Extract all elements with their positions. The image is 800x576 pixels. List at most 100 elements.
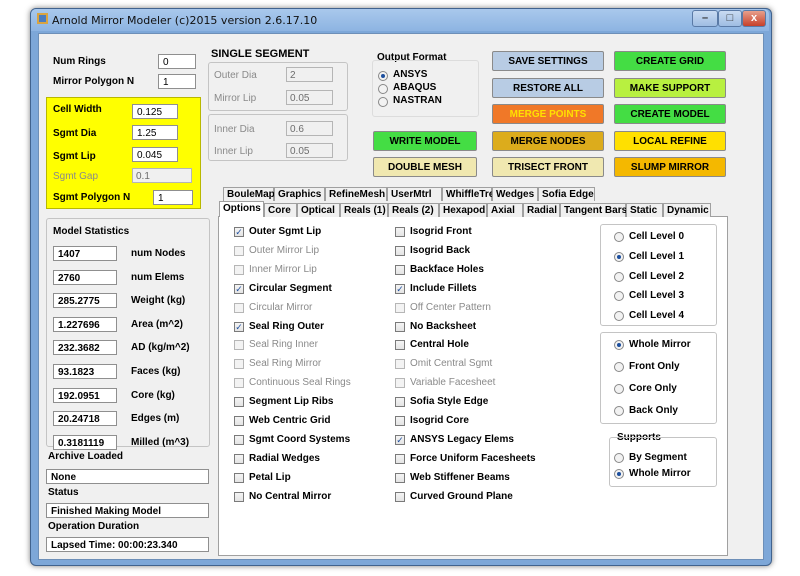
stat-value-field[interactable]: 2760 — [53, 269, 117, 285]
write-model-button[interactable]: WRITE MODEL — [373, 131, 477, 151]
outer-dia-input: 2 — [286, 67, 333, 82]
radio-button[interactable] — [614, 453, 624, 463]
checkbox[interactable]: ✓ — [234, 227, 244, 237]
checkbox-label: Central Hole — [410, 339, 469, 351]
stat-value-field[interactable]: 0.3181119 — [53, 434, 117, 450]
checkbox[interactable]: ✓ — [234, 283, 244, 294]
tab-wedges[interactable]: Wedges — [492, 187, 538, 201]
checkbox[interactable] — [234, 453, 244, 464]
radio-label: Cell Level 4 — [629, 310, 685, 322]
slump-mirror-button[interactable]: SLUMP MIRROR — [614, 157, 726, 177]
create-model-button[interactable]: CREATE MODEL — [614, 104, 726, 124]
radio-label: Cell Level 3 — [629, 290, 685, 302]
checkbox[interactable]: ✓ — [234, 321, 244, 332]
radio-button[interactable] — [614, 362, 624, 372]
stat-value-field[interactable]: 232.3682 — [53, 340, 117, 356]
checkbox[interactable] — [234, 397, 244, 408]
num-rings-label: Num Rings — [53, 56, 106, 67]
checkbox-label: Backface Holes — [410, 263, 484, 275]
checkbox[interactable] — [234, 416, 244, 426]
double-mesh-button[interactable]: DOUBLE MESH — [373, 157, 477, 177]
close-button[interactable]: x — [742, 10, 766, 27]
checkbox — [234, 340, 244, 351]
stat-value-field[interactable]: 93.1823 — [53, 364, 117, 379]
merge-nodes-button[interactable]: MERGE NODES — [492, 131, 604, 151]
mirror-lip-input: 0.05 — [286, 90, 333, 105]
checkbox[interactable] — [234, 491, 244, 502]
radio-button[interactable] — [614, 384, 624, 394]
sgmt-dia-input[interactable]: 1.25 — [132, 125, 178, 140]
radio-button[interactable] — [614, 469, 624, 479]
tab-static[interactable]: Static — [626, 203, 663, 217]
trisect-front-button[interactable]: TRISECT FRONT — [492, 157, 604, 177]
radio-button[interactable] — [614, 251, 624, 262]
status-field: Finished Making Model — [46, 503, 209, 518]
checkbox[interactable] — [395, 453, 405, 464]
minimize-button[interactable]: – — [692, 10, 718, 27]
create-grid-button[interactable]: CREATE GRID — [614, 51, 726, 71]
tab-reals-1-[interactable]: Reals (1) — [340, 203, 388, 217]
checkbox[interactable]: ✓ — [395, 283, 405, 294]
tab-refinemesh[interactable]: RefineMesh — [325, 187, 387, 201]
tab-radial[interactable]: Radial — [523, 203, 560, 217]
stat-label: Edges (m) — [131, 413, 180, 425]
num-rings-input[interactable]: 0 — [158, 54, 196, 69]
sgmt-polygon-input[interactable]: 1 — [153, 190, 193, 205]
merge-points-button[interactable]: MERGE POINTS — [492, 104, 604, 124]
tab-options[interactable]: Options — [219, 201, 264, 217]
tab-axial[interactable]: Axial — [487, 203, 523, 217]
checkbox[interactable]: ✓ — [395, 434, 405, 445]
tab-sofia-edge[interactable]: Sofia Edge — [538, 187, 595, 201]
maximize-button[interactable]: □ — [718, 10, 742, 27]
checkbox-label: Web Stiffener Beams — [410, 471, 510, 483]
radio-button[interactable] — [614, 271, 624, 282]
stat-value-field[interactable]: 192.0951 — [53, 387, 117, 403]
checkbox[interactable] — [395, 264, 405, 275]
checkbox[interactable] — [234, 472, 244, 483]
sgmt-lip-input[interactable]: 0.045 — [132, 147, 178, 162]
tab-reals-2-[interactable]: Reals (2) — [388, 203, 439, 217]
checkbox-label: Sofia Style Edge — [410, 396, 489, 408]
checkbox[interactable] — [395, 227, 405, 237]
tab-usermtrl[interactable]: UserMtrl — [387, 187, 442, 201]
mirror-polygon-input[interactable]: 1 — [158, 74, 196, 89]
tab-boulemap[interactable]: BouleMap — [223, 187, 275, 201]
tab-graphics[interactable]: Graphics — [274, 187, 325, 201]
tab-optical[interactable]: Optical — [297, 203, 340, 217]
radio-button[interactable] — [614, 232, 624, 242]
stat-value-field[interactable]: 1.227696 — [53, 316, 117, 332]
operation-duration-field: Lapsed Time: 00:00:23.340 — [46, 537, 209, 552]
checkbox[interactable] — [395, 491, 405, 502]
radio-ansys[interactable] — [378, 71, 388, 81]
stat-value-field[interactable]: 20.24718 — [53, 411, 117, 427]
mirror-polygon-label: Mirror Polygon N — [53, 76, 135, 87]
radio-abaqus[interactable] — [378, 84, 388, 94]
checkbox[interactable] — [395, 340, 405, 351]
tab-dynamic[interactable]: Dynamic — [663, 203, 711, 217]
radio-button[interactable] — [614, 340, 624, 350]
checkbox-label: Sgmt Coord Systems — [249, 433, 351, 445]
tab-tangent-bars[interactable]: Tangent Bars — [560, 203, 627, 217]
cell-width-input[interactable]: 0.125 — [132, 104, 178, 119]
stat-value-field[interactable]: 285.2775 — [53, 293, 117, 309]
make-support-button[interactable]: MAKE SUPPORT — [614, 78, 726, 98]
local-refine-button[interactable]: LOCAL REFINE — [614, 131, 726, 151]
model-statistics-title: Model Statistics — [53, 226, 130, 237]
checkbox[interactable] — [234, 434, 244, 445]
restore-all-button[interactable]: RESTORE ALL — [492, 78, 604, 98]
checkbox[interactable] — [395, 321, 405, 332]
checkbox[interactable] — [395, 416, 405, 426]
radio-button[interactable] — [614, 406, 624, 416]
radio-nastran[interactable] — [378, 97, 388, 107]
checkbox[interactable] — [395, 397, 405, 408]
stat-value-field[interactable]: 1407 — [53, 246, 117, 261]
save-settings-button[interactable]: SAVE SETTINGS — [492, 51, 604, 71]
tab-core[interactable]: Core — [264, 203, 297, 217]
checkbox[interactable] — [395, 245, 405, 256]
inner-dia-label: Inner Dia — [214, 124, 255, 135]
tab-whiffletree[interactable]: WhiffleTree — [442, 187, 500, 201]
tab-hexapod[interactable]: Hexapod — [439, 203, 487, 217]
checkbox — [395, 378, 405, 389]
checkbox[interactable] — [395, 472, 405, 483]
checkbox-label: Omit Central Sgmt — [410, 358, 493, 370]
